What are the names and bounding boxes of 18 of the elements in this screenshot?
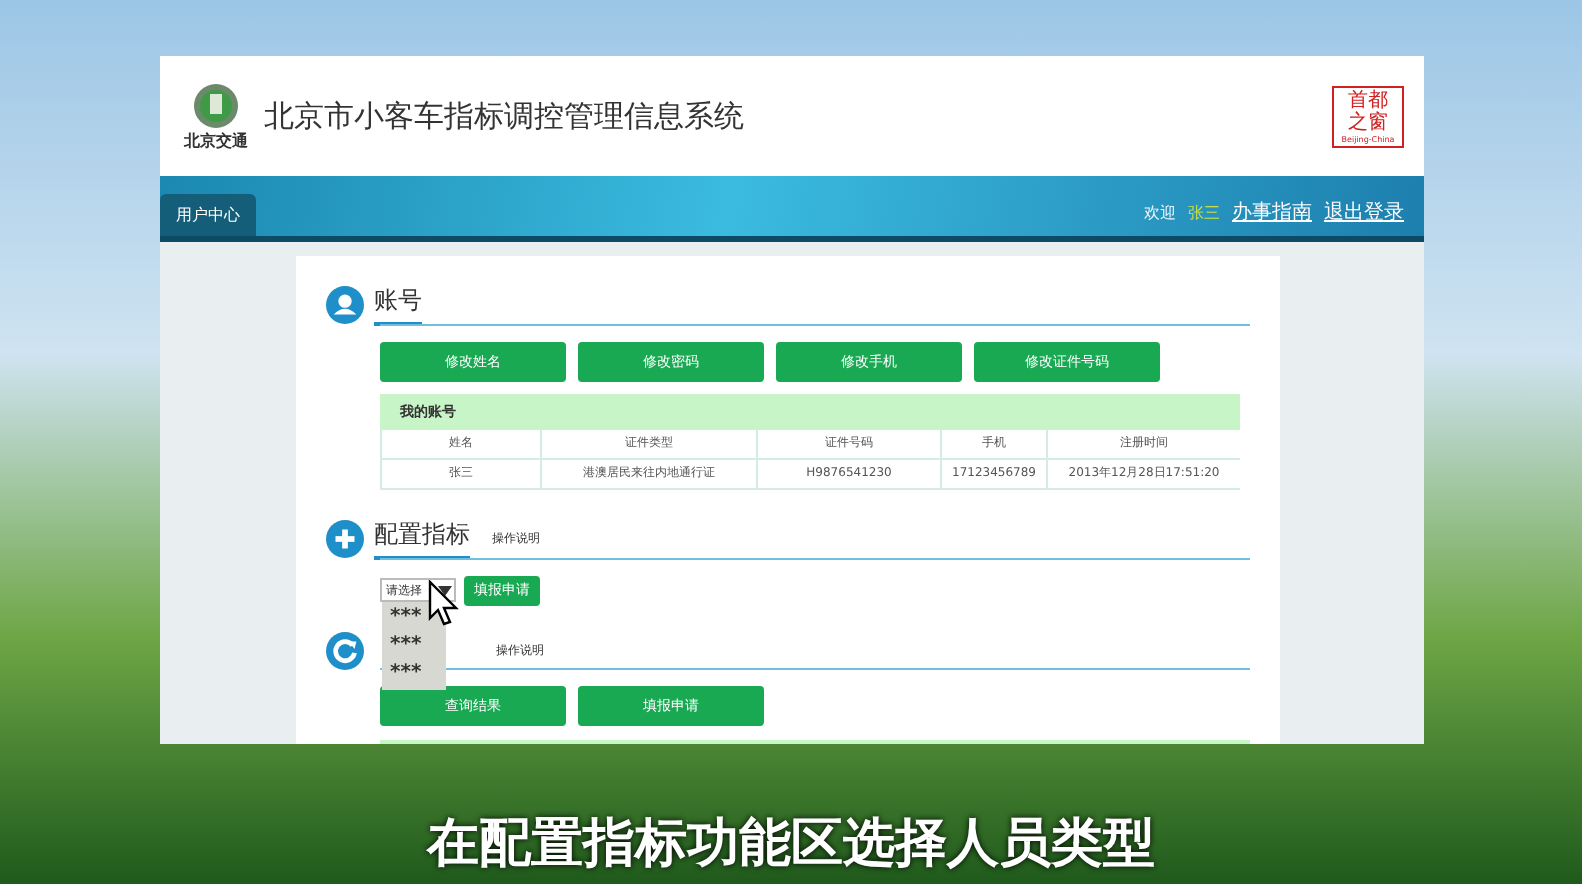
user-name: 张三	[1188, 201, 1220, 223]
section-title: 账号	[374, 284, 422, 326]
site-title: 北京市小客车指标调控管理信息系统	[264, 97, 746, 135]
nav-link[interactable]: 办事指南	[1232, 198, 1312, 226]
welcome-text: 欢迎	[1144, 201, 1176, 223]
section-title: 配置指标	[374, 518, 470, 560]
cursor-icon	[428, 580, 460, 628]
caret-icon	[438, 582, 452, 598]
nav-tab[interactable]: 用户中心	[160, 194, 256, 236]
globe-logo-icon	[192, 81, 240, 129]
user-icon	[326, 286, 364, 324]
dropdown-option[interactable]: ***	[382, 660, 446, 688]
plus-icon	[326, 520, 364, 558]
refresh-icon	[326, 632, 364, 670]
logo-text: 北京交通	[184, 129, 248, 151]
nav-link[interactable]: 退出登录	[1324, 198, 1404, 226]
video-subtitle: 在配置指标功能区选择人员类型	[427, 812, 1155, 878]
dropdown-option[interactable]: ***	[382, 632, 446, 660]
